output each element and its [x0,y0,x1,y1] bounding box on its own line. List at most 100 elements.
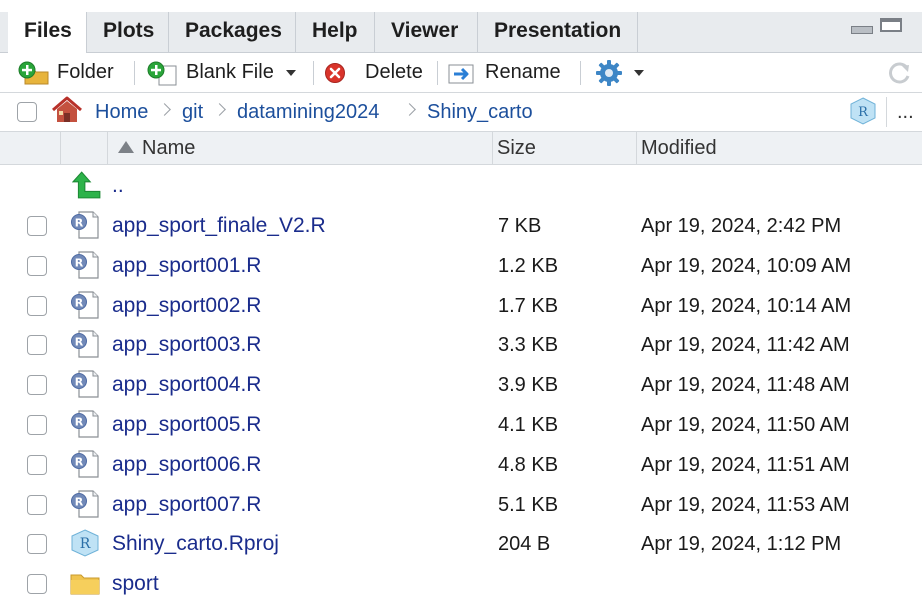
delete-button[interactable]: Delete [324,53,423,92]
file-size: 4.8 KB [498,453,559,476]
row-checkbox[interactable] [27,216,47,236]
file-name-link[interactable]: app_sport006.R [112,445,261,485]
select-all-checkbox[interactable] [17,102,37,122]
row-checkbox[interactable] [27,415,47,435]
sort-ascending-icon [118,141,134,153]
r-file-icon: R [71,410,99,438]
file-modified: Apr 19, 2024, 11:42 AM [641,334,850,357]
chevron-down-icon [285,69,296,76]
chevron-down-icon [634,69,644,76]
file-name-link[interactable]: app_sport_finale_V2.R [112,206,326,246]
file-modified: Apr 19, 2024, 11:48 AM [641,374,850,397]
row-checkbox[interactable] [27,255,47,276]
file-size: 204 B [498,533,551,556]
tab-plots[interactable]: Plots [87,12,169,52]
home-icon[interactable] [51,95,83,125]
rproj-icon[interactable]: R [849,97,877,125]
svg-text:R: R [75,296,84,309]
row-checkbox[interactable] [27,574,47,595]
file-row[interactable]: Rapp_sport002.R 1.7 KB Apr 19, 2024, 10:14… [0,286,922,326]
file-size: 5.1 KB [498,493,559,516]
file-modified: Apr 19, 2024, 11:51 AM [641,453,850,476]
folder-icon [70,574,100,595]
delete-icon [325,62,345,83]
row-checkbox[interactable] [27,494,47,515]
file-name-link[interactable]: app_sport003.R [112,325,261,365]
breadcrumb-shiny-carto[interactable]: Shiny_carto [427,93,533,131]
file-row[interactable]: R Shiny_carto.Rproj 204 B Apr 19, 2024, 1:1… [0,524,922,564]
rename-label: Rename [485,61,561,83]
row-checkbox[interactable] [27,335,47,356]
breadcrumb-separator [213,103,226,116]
breadcrumb-home[interactable]: Home [95,93,148,131]
tab-presentation[interactable]: Presentation [478,12,638,52]
column-header-modified[interactable]: Modified [641,132,717,164]
new-folder-icon [18,61,49,84]
breadcrumb-git[interactable]: git [182,93,203,131]
breadcrumb-datamining2024[interactable]: datamining2024 [237,93,379,131]
add-file-icon [147,61,177,85]
file-name-link[interactable]: sport [112,564,159,604]
maximize-pane-button[interactable] [880,18,902,32]
tab-files[interactable]: Files [8,12,87,53]
breadcrumb-separator [403,103,416,116]
row-checkbox[interactable] [27,375,47,396]
refresh-button[interactable] [886,53,914,92]
svg-text:R: R [75,376,84,389]
file-size: 3.9 KB [498,374,559,397]
tab-viewer[interactable]: Viewer [375,12,478,52]
file-row[interactable]: Rapp_sport005.R 4.1 KB Apr 19, 2024, 11:50… [0,405,922,445]
header-divider [492,132,493,164]
tab-help[interactable]: Help [296,12,375,52]
file-row[interactable]: Rapp_sport004.R 3.9 KB Apr 19, 2024, 11:48… [0,365,922,405]
row-checkbox[interactable] [27,454,47,475]
file-name-link[interactable]: app_sport001.R [112,246,261,286]
file-row[interactable]: sport [0,564,922,604]
file-list-header: Name Size Modified [0,132,922,165]
tab-packages[interactable]: Packages [169,12,296,52]
file-row[interactable]: Rapp_sport_finale_V2.R 7 KB Apr 19, 2024, … [0,206,922,246]
r-file-icon: R [71,370,99,398]
svg-text:R: R [75,256,84,269]
new-blank-file-button[interactable]: Blank File [146,53,296,92]
gear-icon [596,59,622,86]
file-modified: Apr 19, 2024, 10:09 AM [641,254,852,277]
svg-text:R: R [75,336,84,349]
file-row[interactable]: Rapp_sport006.R 4.8 KB Apr 19, 2024, 11:51… [0,445,922,485]
blank-file-label: Blank File [186,61,274,83]
rename-button[interactable]: Rename [448,53,561,92]
file-size: 7 KB [498,215,542,237]
file-name-link[interactable]: app_sport005.R [112,405,261,445]
minimize-pane-button[interactable] [851,26,873,34]
r-file-icon: R [71,489,99,518]
file-size: 1.2 KB [498,254,559,277]
go-to-directory-button[interactable]: ... [897,93,914,131]
file-row[interactable]: Rapp_sport003.R 3.3 KB Apr 19, 2024, 11:42… [0,325,922,365]
more-options-button[interactable] [594,53,644,92]
file-row[interactable]: Rapp_sport007.R 5.1 KB Apr 19, 2024, 11:53… [0,485,922,525]
r-file-icon: R [71,211,99,239]
r-file-icon: R [71,450,99,478]
file-modified: Apr 19, 2024, 10:14 AM [641,294,852,317]
files-toolbar: Folder Blank File Delete Rename [0,53,922,93]
row-checkbox[interactable] [27,534,47,555]
header-divider [107,132,108,164]
parent-directory-row[interactable]: .. [0,166,922,206]
r-file-icon: R [71,290,99,319]
file-row[interactable]: Rapp_sport001.R 1.2 KB Apr 19, 2024, 10:09… [0,246,922,286]
svg-text:R: R [75,217,84,230]
up-arrow-icon [72,171,101,199]
delete-label: Delete [365,61,423,83]
file-name-link[interactable]: app_sport007.R [112,485,261,525]
new-folder-button[interactable]: Folder [17,53,114,92]
file-name-link[interactable]: app_sport002.R [112,286,261,326]
parent-directory-link[interactable]: .. [112,166,124,206]
column-header-size[interactable]: Size [497,132,536,164]
column-header-name[interactable]: Name [142,132,195,164]
row-checkbox[interactable] [27,295,47,316]
toolbar-divider [437,61,438,85]
r-file-icon: R [71,330,99,358]
file-name-link[interactable]: app_sport004.R [112,365,261,405]
file-name-link[interactable]: Shiny_carto.Rproj [112,524,279,564]
svg-text:R: R [80,536,91,552]
